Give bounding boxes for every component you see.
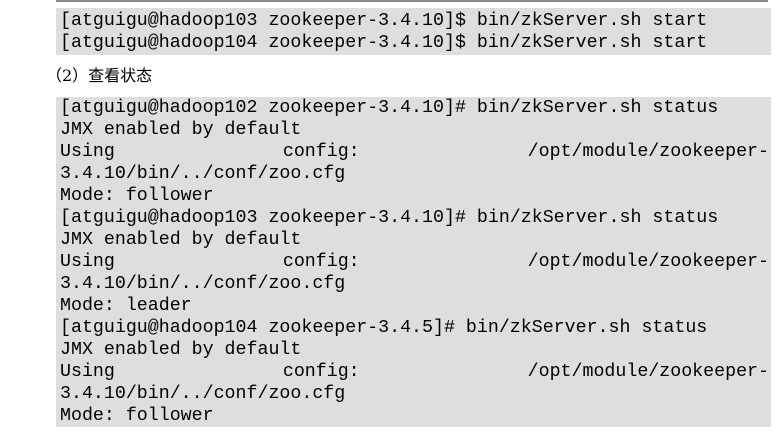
code-line: Using config: /opt/module/zookeeper- [60,361,771,383]
code-line: JMX enabled by default [60,230,302,250]
status-command-block: [atguigu@hadoop102 zookeeper-3.4.10]# bi… [56,97,771,427]
code-word: Using [60,252,115,272]
code-word: Using [60,362,115,382]
code-line: 3.4.10/bin/../conf/zoo.cfg [60,164,346,184]
code-line: [atguigu@hadoop103 zookeeper-3.4.10]# bi… [60,208,719,228]
code-word: /opt/module/zookeeper- [527,362,769,382]
code-line: Mode: follower [60,186,214,206]
code-line: Using config: /opt/module/zookeeper- [60,251,771,273]
section-heading: （2）查看状态 [46,66,153,85]
code-word: config: [282,252,360,272]
code-line: 3.4.10/bin/../conf/zoo.cfg [60,384,346,404]
code-line: JMX enabled by default [60,340,302,360]
code-line: Mode: leader [60,296,192,316]
code-line: Mode: follower [60,406,214,426]
code-line: Using config: /opt/module/zookeeper- [60,141,771,163]
code-word: /opt/module/zookeeper- [527,142,769,162]
code-word: Using [60,142,115,162]
code-word: /opt/module/zookeeper- [527,252,769,272]
code-line: [atguigu@hadoop103 zookeeper-3.4.10]$ bi… [60,11,708,31]
code-line: [atguigu@hadoop104 zookeeper-3.4.5]# bin… [60,318,708,338]
code-line: JMX enabled by default [60,120,302,140]
code-line: [atguigu@hadoop102 zookeeper-3.4.10]# bi… [60,98,719,118]
code-word: config: [282,362,360,382]
top-divider [56,0,768,2]
code-word: config: [282,142,360,162]
code-line: 3.4.10/bin/../conf/zoo.cfg [60,274,346,294]
start-command-block: [atguigu@hadoop103 zookeeper-3.4.10]$ bi… [56,8,771,55]
code-line: [atguigu@hadoop104 zookeeper-3.4.10]$ bi… [60,33,708,53]
